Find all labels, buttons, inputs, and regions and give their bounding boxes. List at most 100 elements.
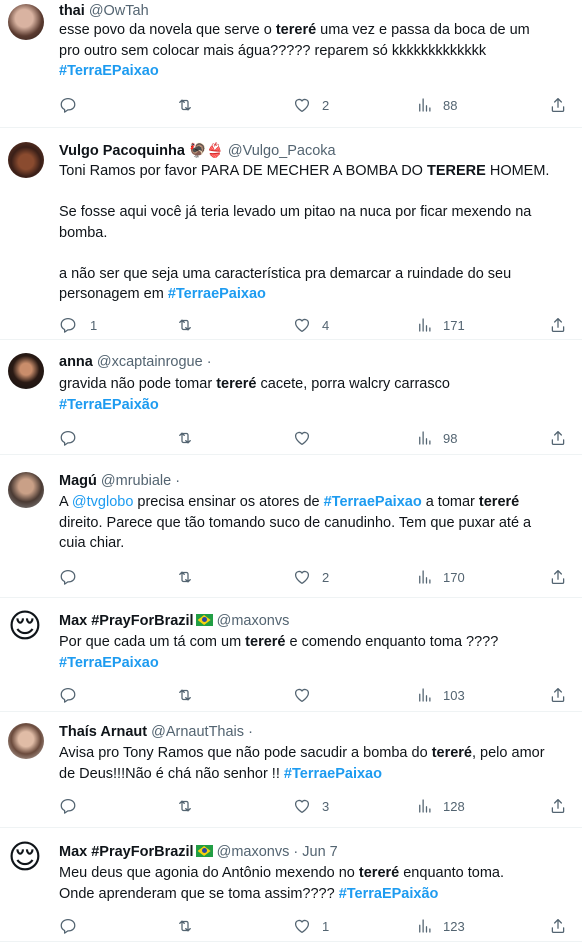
user-handle[interactable]: @maxonvs — [217, 844, 290, 860]
views-button[interactable]: 103 — [416, 685, 465, 705]
hashtag-link[interactable]: #TerraEPaixao — [59, 63, 159, 79]
retweet-button[interactable] — [176, 567, 194, 587]
like-button[interactable]: 3 — [293, 796, 329, 816]
retweet-icon — [176, 917, 194, 935]
display-name[interactable]: Thaís Arnaut — [59, 724, 147, 740]
like-button[interactable] — [293, 428, 311, 448]
hashtag-link[interactable]: #TerraEPaixão — [339, 886, 439, 902]
tweet[interactable]: 😌 Max #PrayForBrazil @maxonvs · Jun 7 Meu … — [0, 828, 582, 942]
text-line: de Deus!!!Não é chá não senhor !! #Terra… — [59, 764, 574, 785]
tweet-actions: 2 88 — [0, 95, 582, 115]
retweet-button[interactable] — [176, 685, 194, 705]
tweet[interactable]: 😌 Max #PrayForBrazil @maxonvs Por que cada… — [0, 598, 582, 712]
hashtag-link[interactable]: #TerraePaixao — [284, 766, 382, 782]
retweet-button[interactable] — [176, 315, 194, 335]
tweet-date[interactable]: · — [207, 354, 212, 370]
views-button[interactable]: 123 — [416, 916, 465, 936]
views-button[interactable]: 128 — [416, 796, 465, 816]
like-button[interactable] — [293, 685, 311, 705]
avatar[interactable]: 😌 — [5, 837, 45, 877]
highlight-term: tereré — [216, 376, 257, 392]
user-handle[interactable]: @Vulgo_Pacoka — [228, 143, 336, 159]
tweet-text: Toni Ramos por favor PARA DE MECHER A BO… — [59, 161, 574, 305]
text-segment: personagem em — [59, 286, 168, 302]
brazil-flag-icon — [195, 614, 213, 626]
hashtag-link[interactable]: #TerraePaixao — [168, 286, 266, 302]
like-button[interactable]: 4 — [293, 315, 329, 335]
views-button[interactable]: 98 — [416, 428, 457, 448]
user-handle[interactable]: @mrubiale — [101, 473, 171, 489]
reply-button[interactable] — [59, 685, 77, 705]
tweet-date[interactable]: · — [248, 724, 253, 740]
tweet-date[interactable]: · Jun 7 — [293, 844, 337, 860]
avatar[interactable] — [8, 472, 44, 508]
display-name[interactable]: Vulgo Pacoquinha — [59, 143, 185, 159]
tweet[interactable]: thai @OwTah esse povo da novela que serve… — [0, 0, 582, 128]
tweet-text: A @tvglobo precisa ensinar os atores de … — [59, 492, 574, 554]
avatar[interactable] — [8, 723, 44, 759]
share-icon — [549, 316, 567, 334]
user-handle[interactable]: @maxonvs — [217, 613, 290, 629]
text-segment: a tomar — [421, 494, 479, 510]
views-button[interactable]: 171 — [416, 315, 465, 335]
reply-button[interactable] — [59, 567, 77, 587]
display-name[interactable]: thai — [59, 3, 85, 19]
like-button[interactable]: 2 — [293, 95, 329, 115]
tweet-date[interactable]: · — [175, 473, 180, 489]
reply-button[interactable]: 1 — [59, 315, 97, 335]
retweet-button[interactable] — [176, 916, 194, 936]
like-button[interactable]: 2 — [293, 567, 329, 587]
retweet-button[interactable] — [176, 95, 194, 115]
retweet-button[interactable] — [176, 428, 194, 448]
share-button[interactable] — [549, 796, 567, 816]
tweet[interactable]: anna @xcaptainrogue · gravida não pode to… — [0, 340, 582, 455]
reply-button[interactable] — [59, 428, 77, 448]
display-name[interactable]: Magú — [59, 473, 97, 489]
display-name[interactable]: Max #PrayForBrazil — [59, 844, 194, 860]
retweet-icon — [176, 686, 194, 704]
reply-icon — [59, 568, 77, 586]
user-handle[interactable]: @ArnautThais — [151, 724, 244, 740]
text-line: Onde aprenderam que se toma assim???? #T… — [59, 884, 574, 905]
reply-button[interactable] — [59, 916, 77, 936]
hashtag-link[interactable]: #TerraEPaixao — [59, 655, 159, 671]
share-button[interactable] — [549, 315, 567, 335]
mention-link[interactable]: @tvglobo — [72, 494, 133, 510]
name-emoji: 🦃👙 — [188, 143, 224, 159]
display-name[interactable]: Max #PrayForBrazil — [59, 613, 194, 629]
retweet-button[interactable] — [176, 796, 194, 816]
hashtag-link[interactable]: #TerraEPaixão — [59, 397, 159, 413]
text-line: Avisa pro Tony Ramos que não pode sacudi… — [59, 743, 574, 764]
tweet-header: Vulgo Pacoquinha 🦃👙 @Vulgo_Pacoka — [59, 142, 336, 160]
avatar[interactable] — [8, 353, 44, 389]
views-button[interactable]: 88 — [416, 95, 457, 115]
text-line — [59, 182, 574, 203]
hashtag-link[interactable]: #TerraePaixao — [324, 494, 422, 510]
avatar[interactable] — [8, 142, 44, 178]
user-handle[interactable]: @OwTah — [89, 3, 149, 19]
share-button[interactable] — [549, 685, 567, 705]
avatar[interactable]: 😌 — [5, 606, 45, 646]
retweet-icon — [176, 96, 194, 114]
tweet-header: anna @xcaptainrogue · — [59, 353, 212, 371]
tweet[interactable]: Vulgo Pacoquinha 🦃👙 @Vulgo_Pacoka Toni Ra… — [0, 128, 582, 340]
text-line: #TerraEPaixao — [59, 61, 574, 82]
share-button[interactable] — [549, 428, 567, 448]
reply-button[interactable] — [59, 796, 77, 816]
share-button[interactable] — [549, 567, 567, 587]
like-button[interactable]: 1 — [293, 916, 329, 936]
share-button[interactable] — [549, 916, 567, 936]
user-handle[interactable]: @xcaptainrogue — [97, 354, 203, 370]
text-line: pro outro sem colocar mais água????? rep… — [59, 41, 574, 62]
tweet[interactable]: Magú @mrubiale · A @tvglobo precisa ensin… — [0, 455, 582, 598]
text-segment: Por que cada um tá com um — [59, 634, 246, 650]
highlight-term: tereré — [478, 494, 520, 510]
views-button[interactable]: 170 — [416, 567, 465, 587]
avatar[interactable] — [8, 4, 44, 40]
tweet[interactable]: Thaís Arnaut @ArnautThais · Avisa pro Ton… — [0, 712, 582, 828]
views-chart-icon — [416, 917, 434, 935]
share-button[interactable] — [549, 95, 567, 115]
display-name[interactable]: anna — [59, 354, 93, 370]
heart-icon — [293, 686, 311, 704]
reply-button[interactable] — [59, 95, 77, 115]
